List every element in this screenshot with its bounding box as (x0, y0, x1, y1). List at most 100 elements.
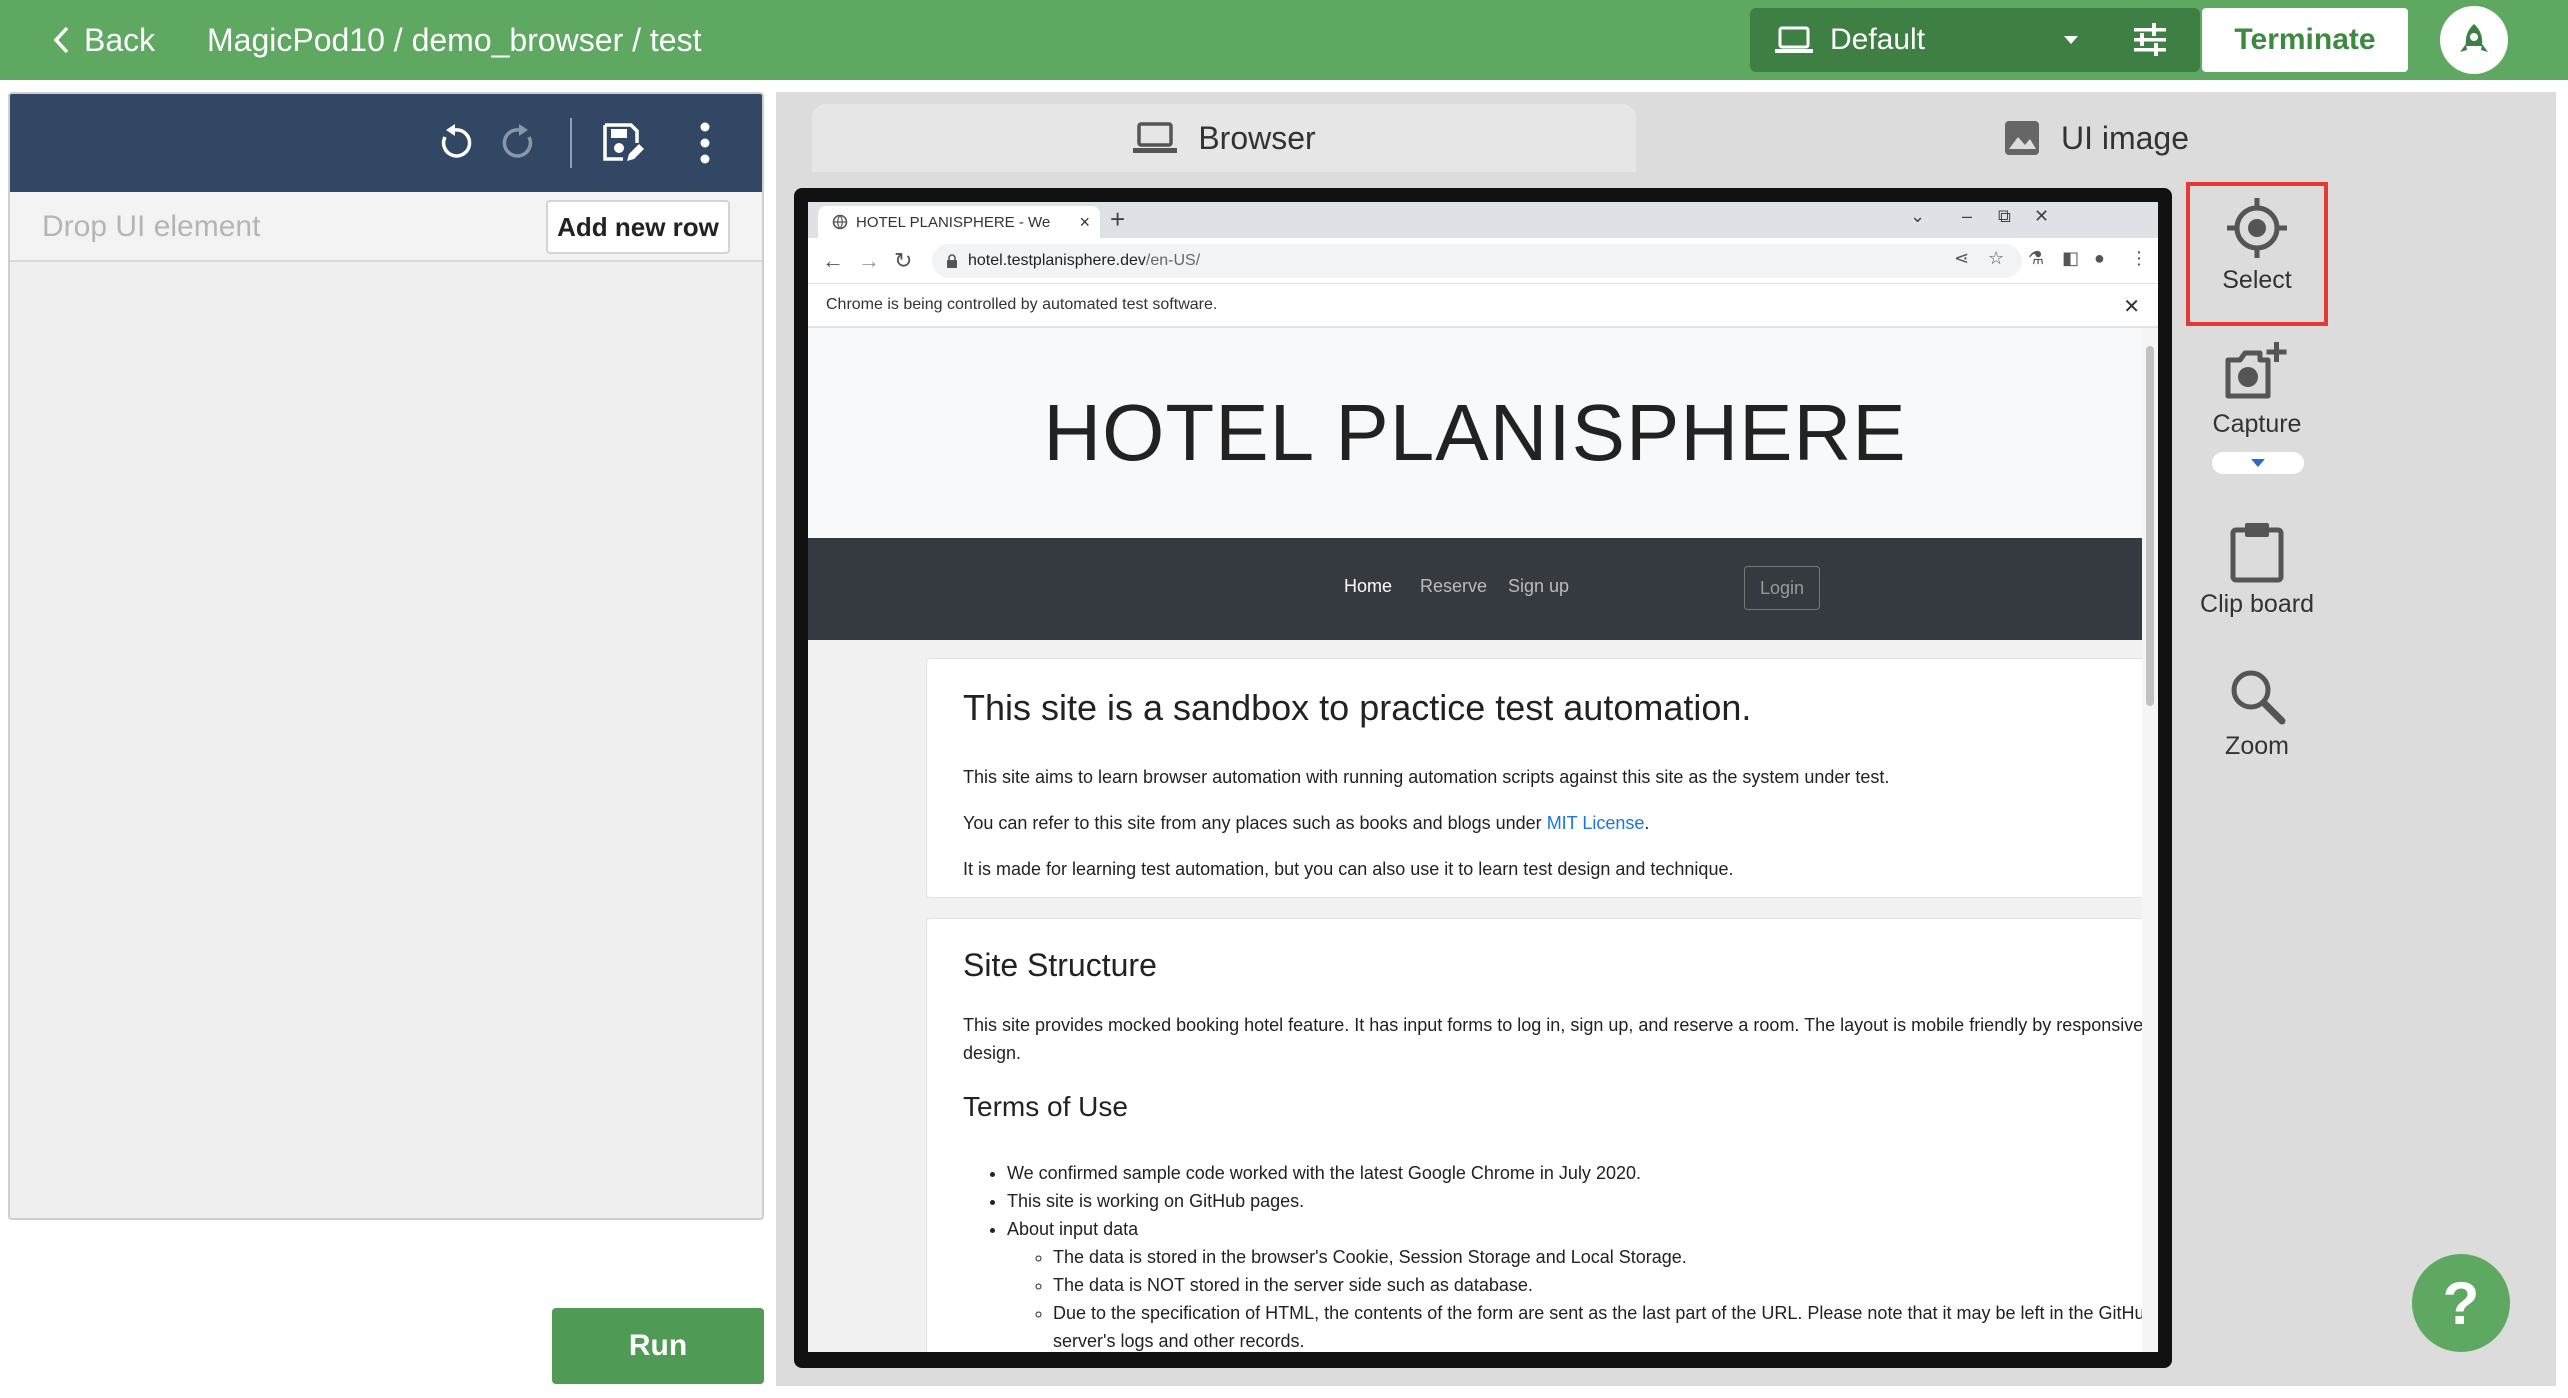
page-scrollbar[interactable] (2142, 328, 2158, 1352)
select-tool-button[interactable]: Select (2186, 182, 2328, 326)
automation-info-bar: Chrome is being controlled by automated … (808, 284, 2158, 328)
more-vertical-icon[interactable] (680, 118, 730, 168)
undo-icon[interactable] (430, 118, 480, 168)
drop-ui-element-row[interactable]: Drop UI element Add new row (10, 192, 762, 262)
test-script-panel: Drop UI element Add new row (8, 92, 764, 1220)
redo-icon[interactable] (494, 118, 544, 168)
crosshair-icon (2227, 198, 2287, 258)
device-select[interactable]: Default (1750, 8, 2100, 72)
url-host: hotel.testplanisphere.dev (968, 252, 1146, 269)
sliders-icon (2134, 23, 2166, 56)
mit-license-link[interactable]: MIT License (1547, 813, 1645, 833)
site-navbar: Home Reserve Sign up Login (808, 538, 2142, 640)
toolbar-divider (570, 118, 572, 168)
device-view-area: Browser UI image HOTEL PLANISPHERE - We … (776, 92, 2556, 1386)
tab-browser[interactable]: Browser (812, 104, 1636, 172)
intro-paragraph-3: It is made for learning test automation,… (963, 859, 1734, 879)
profile-icon[interactable]: ● (2094, 248, 2105, 269)
device-screen-frame: HOTEL PLANISPHERE - We × + ⌄ – ⧉ ✕ ← → ↻… (794, 188, 2172, 1368)
sidepanel-icon[interactable]: ◧ (2062, 248, 2079, 269)
device-settings-button[interactable] (2100, 8, 2200, 72)
drop-placeholder: Drop UI element (42, 210, 261, 243)
laptop-icon (1133, 122, 1178, 153)
nav-signup[interactable]: Sign up (1508, 576, 1569, 597)
intro-paragraph-2: You can refer to this site from any plac… (963, 809, 2142, 837)
star-icon[interactable]: ☆ (1988, 248, 2004, 269)
help-button[interactable]: ? (2412, 1254, 2510, 1352)
zoom-tool-button[interactable]: Zoom (2186, 666, 2328, 761)
rocket-avatar-icon (2460, 24, 2488, 52)
scrollbar-thumb[interactable] (2146, 346, 2154, 706)
chrome-tab-strip: HOTEL PLANISPHERE - We × + ⌄ – ⧉ ✕ (808, 202, 2158, 238)
list-item: The data is NOT stored in the server sid… (1053, 1271, 2142, 1299)
run-button[interactable]: Run (552, 1308, 764, 1384)
nav-home[interactable]: Home (1344, 576, 1392, 597)
laptop-icon (1775, 26, 1813, 53)
zoom-tool-label: Zoom (2225, 732, 2289, 760)
device-screen[interactable]: HOTEL PLANISPHERE - We × + ⌄ – ⧉ ✕ ← → ↻… (808, 202, 2158, 1352)
tab-ui-image[interactable]: UI image (1636, 104, 2556, 172)
clipboard-tool-label: Clip board (2200, 590, 2314, 618)
chevron-down-icon[interactable]: ⌄ (1910, 206, 1925, 227)
extension-icon[interactable]: ⚗ (2028, 248, 2044, 269)
minimize-icon[interactable]: – (1962, 206, 1972, 227)
terms-heading: Terms of Use (963, 1091, 1128, 1122)
structure-card: Site Structure This site provides mocked… (926, 918, 2142, 1352)
chrome-address-bar: ← → ↻ hotel.testplanisphere.dev/en-US/ ⋖… (808, 238, 2158, 284)
share-icon[interactable]: ⋖ (1954, 248, 1969, 269)
clipboard-tool-button[interactable]: Clip board (2186, 520, 2328, 619)
tab-ui-image-label: UI image (2060, 119, 2190, 156)
chrome-tab-title: HOTEL PLANISPHERE - We (856, 213, 1051, 231)
list-item: The data is stored in the browser's Cook… (1053, 1243, 2142, 1271)
avatar[interactable] (2440, 6, 2508, 74)
list-item: About input data The data is stored in t… (1007, 1215, 2142, 1352)
select-tool-label: Select (2222, 266, 2292, 294)
close-icon[interactable]: ✕ (2123, 294, 2140, 319)
intro-paragraph-2-end: . (1644, 813, 1650, 833)
automation-info-text: Chrome is being controlled by automated … (826, 296, 1218, 313)
chrome-tab[interactable]: HOTEL PLANISPHERE - We × (818, 206, 1100, 238)
camera-plus-icon (2225, 342, 2287, 399)
close-icon[interactable]: × (1079, 212, 1090, 233)
add-new-row-button[interactable]: Add new row (546, 200, 730, 254)
url-field[interactable]: hotel.testplanisphere.dev/en-US/ (932, 244, 2022, 278)
terminate-button[interactable]: Terminate (2202, 8, 2408, 72)
nav-login-button[interactable]: Login (1744, 566, 1820, 610)
back-arrow-icon[interactable]: ← (822, 248, 844, 274)
reload-icon[interactable]: ↻ (894, 248, 912, 274)
clipboard-icon (2230, 523, 2284, 583)
back-label: Back (84, 21, 156, 58)
webpage-content: HOTEL PLANISPHERE Home Reserve Sign up L… (808, 328, 2142, 1352)
nav-reserve[interactable]: Reserve (1420, 576, 1487, 597)
chevron-left-icon (53, 26, 69, 54)
capture-tool-button[interactable]: Capture (2186, 340, 2328, 439)
caret-down-icon (2251, 459, 2265, 467)
back-button[interactable]: Back (52, 18, 155, 62)
save-edit-icon[interactable] (598, 118, 648, 168)
structure-heading: Site Structure (963, 947, 1157, 983)
lock-icon (947, 254, 957, 268)
terms-list: We confirmed sample code worked with the… (1007, 1159, 2142, 1352)
forward-arrow-icon[interactable]: → (858, 248, 880, 274)
list-item: This site is working on GitHub pages. (1007, 1187, 2142, 1215)
site-title: HOTEL PLANISPHERE (808, 328, 2142, 538)
close-window-icon[interactable]: ✕ (2034, 206, 2049, 227)
new-tab-icon[interactable]: + (1110, 204, 1125, 235)
breadcrumb: MagicPod10 / demo_browser / test (207, 21, 702, 58)
restore-icon[interactable]: ⧉ (1998, 206, 2011, 227)
intro-card: This site is a sandbox to practice test … (926, 658, 2142, 898)
intro-paragraph-1: This site aims to learn browser automati… (963, 767, 1890, 787)
intro-heading: This site is a sandbox to practice test … (963, 687, 1752, 728)
list-item-text: About input data (1007, 1219, 1139, 1239)
image-icon (2004, 121, 2039, 155)
input-data-list: The data is stored in the browser's Cook… (1007, 1243, 2142, 1352)
magnifier-icon (2231, 670, 2286, 725)
chrome-menu-icon[interactable]: ⋮ (2130, 248, 2148, 269)
list-item: Due to the specification of HTML, the co… (1053, 1299, 2142, 1352)
caret-down-icon (2064, 36, 2078, 44)
capture-dropdown[interactable] (2212, 452, 2304, 474)
structure-paragraph: This site provides mocked booking hotel … (963, 1015, 2142, 1063)
tab-browser-label: Browser (1198, 119, 1316, 156)
globe-icon (832, 214, 848, 230)
intro-paragraph-2-text: You can refer to this site from any plac… (963, 813, 1547, 833)
